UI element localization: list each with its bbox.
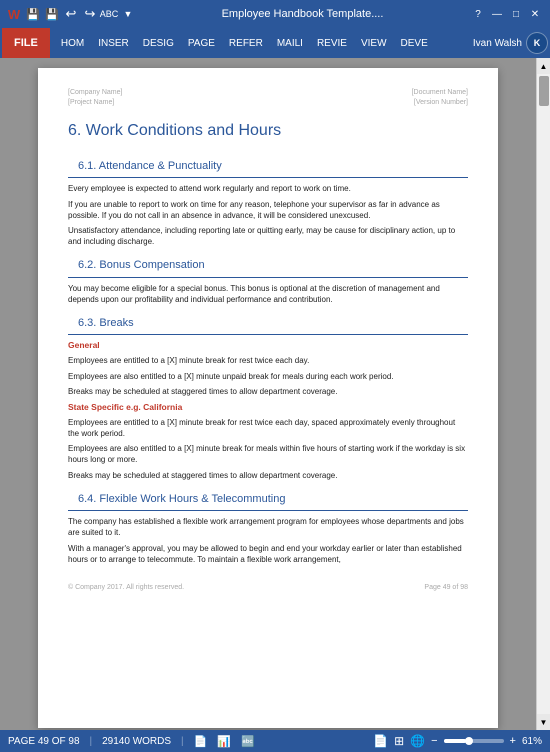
section64-heading: 6.4. Flexible Work Hours & Telecommuting: [68, 489, 468, 511]
scroll-down-arrow[interactable]: ▼: [537, 714, 550, 730]
scroll-up-arrow[interactable]: ▲: [537, 58, 550, 74]
maximize-button[interactable]: □: [507, 6, 525, 22]
tab-page[interactable]: PAGE: [181, 28, 222, 58]
view-normal-icon[interactable]: 📄: [373, 734, 388, 748]
tab-design[interactable]: DESIG: [136, 28, 181, 58]
section6-heading: 6. Work Conditions and Hours: [68, 120, 468, 146]
document-name: [Document Name]: [412, 88, 468, 98]
ribbon-tabs: FILE HOM INSER DESIG PAGE REFER MAILI RE…: [0, 28, 550, 58]
window-title: Employee Handbook Template....: [140, 8, 465, 20]
zoom-percent[interactable]: 61%: [522, 736, 542, 747]
page-footer: © Company 2017. All rights reserved. Pag…: [68, 583, 468, 593]
project-name: [Project Name]: [68, 98, 122, 108]
user-name: Ivan Walsh: [473, 38, 522, 49]
tab-mailings[interactable]: MAILI: [270, 28, 310, 58]
save2-icon[interactable]: 💾: [44, 6, 60, 22]
footer-copyright: © Company 2017. All rights reserved.: [68, 583, 184, 593]
section61-para1: Every employee is expected to attend wor…: [68, 183, 468, 194]
page-count: PAGE 49 OF 98: [8, 736, 80, 747]
ribbon: FILE HOM INSER DESIG PAGE REFER MAILI RE…: [0, 28, 550, 58]
tab-home[interactable]: HOM: [54, 28, 91, 58]
section62-para1: You may become eligible for a special bo…: [68, 283, 468, 305]
tab-review[interactable]: REVIE: [310, 28, 354, 58]
scroll-track[interactable]: [537, 74, 550, 714]
section63-para2: Employees are also entitled to a [X] min…: [68, 371, 468, 382]
word-count: 29140 WORDS: [102, 736, 171, 747]
meta-left: [Company Name] [Project Name]: [68, 88, 122, 108]
chart-icon[interactable]: 📊: [217, 735, 231, 748]
word-logo-icon: W: [6, 6, 22, 22]
minimize-button[interactable]: —: [488, 6, 506, 22]
view-web-icon[interactable]: 🌐: [410, 734, 425, 748]
section64-para2: With a manager's approval, you may be al…: [68, 543, 468, 565]
section63-para3: Breaks may be scheduled at staggered tim…: [68, 386, 468, 397]
tab-developer[interactable]: DEVE: [394, 28, 435, 58]
doc-icon[interactable]: 📄: [194, 735, 208, 748]
text-icon[interactable]: 🔤: [241, 735, 255, 748]
section61-para3: Unsatisfactory attendance, including rep…: [68, 225, 468, 247]
customize-icon[interactable]: ▼: [120, 6, 136, 22]
title-bar: W 💾 💾 ↩ ↪ ABC ▼ Employee Handbook Templa…: [0, 0, 550, 28]
user-initial: K: [534, 38, 541, 48]
file-tab[interactable]: FILE: [2, 28, 50, 58]
section63-para5: Employees are also entitled to a [X] min…: [68, 443, 468, 465]
close-button[interactable]: ✕: [526, 6, 544, 22]
tab-view[interactable]: VIEW: [354, 28, 394, 58]
zoom-slider[interactable]: [444, 739, 504, 743]
page-wrapper: [Company Name] [Project Name] [Document …: [0, 58, 536, 730]
section62-heading: 6.2. Bonus Compensation: [68, 255, 468, 277]
general-label: General: [68, 340, 468, 352]
section63-heading: 6.3. Breaks: [68, 313, 468, 335]
status-bar: PAGE 49 OF 98 | 29140 WORDS | 📄 📊 🔤 📄 ⊞ …: [0, 730, 550, 752]
meta-right: [Document Name] [Version Number]: [412, 88, 468, 108]
section64-title: 6.4. Flexible Work Hours & Telecommuting: [78, 492, 285, 507]
redo-icon[interactable]: ↪: [82, 6, 98, 22]
section62-title: 6.2. Bonus Compensation: [78, 258, 205, 273]
status-right: 📄 ⊞ 🌐 − + 61%: [373, 734, 542, 748]
window-controls: ? — □ ✕: [469, 6, 544, 22]
spelling-icon[interactable]: ABC: [101, 6, 117, 22]
view-layout-icon[interactable]: ⊞: [394, 734, 404, 748]
zoom-slider-thumb[interactable]: [465, 737, 473, 745]
zoom-slider-fill: [444, 739, 466, 743]
version-number: [Version Number]: [412, 98, 468, 108]
title-bar-icons: W 💾 💾 ↩ ↪ ABC ▼: [6, 6, 136, 22]
help-button[interactable]: ?: [469, 6, 487, 22]
page-meta: [Company Name] [Project Name] [Document …: [68, 88, 468, 108]
section63-para1: Employees are entitled to a [X] minute b…: [68, 355, 468, 366]
zoom-minus-icon[interactable]: −: [431, 735, 437, 747]
section63-para6: Breaks may be scheduled at staggered tim…: [68, 470, 468, 481]
user-area: Ivan Walsh K: [473, 32, 548, 54]
zoom-plus-icon[interactable]: +: [510, 735, 516, 747]
save-icon[interactable]: 💾: [25, 6, 41, 22]
document-area: [Company Name] [Project Name] [Document …: [0, 58, 550, 730]
footer-page-info: Page 49 of 98: [424, 583, 468, 593]
document-page: [Company Name] [Project Name] [Document …: [38, 68, 498, 728]
section61-title: 6.1. Attendance & Punctuality: [78, 159, 222, 174]
undo-icon[interactable]: ↩: [63, 6, 79, 22]
section61-para2: If you are unable to report to work on t…: [68, 199, 468, 221]
company-name: [Company Name]: [68, 88, 122, 98]
scroll-thumb[interactable]: [539, 76, 549, 106]
tab-insert[interactable]: INSER: [91, 28, 136, 58]
vertical-scrollbar[interactable]: ▲ ▼: [536, 58, 550, 730]
user-avatar[interactable]: K: [526, 32, 548, 54]
section64-para1: The company has established a flexible w…: [68, 516, 468, 538]
section61-heading: 6.1. Attendance & Punctuality: [68, 156, 468, 178]
tab-references[interactable]: REFER: [222, 28, 270, 58]
section63-para4: Employees are entitled to a [X] minute b…: [68, 417, 468, 439]
state-label: State Specific e.g. California: [68, 402, 468, 414]
section63-title: 6.3. Breaks: [78, 316, 134, 331]
